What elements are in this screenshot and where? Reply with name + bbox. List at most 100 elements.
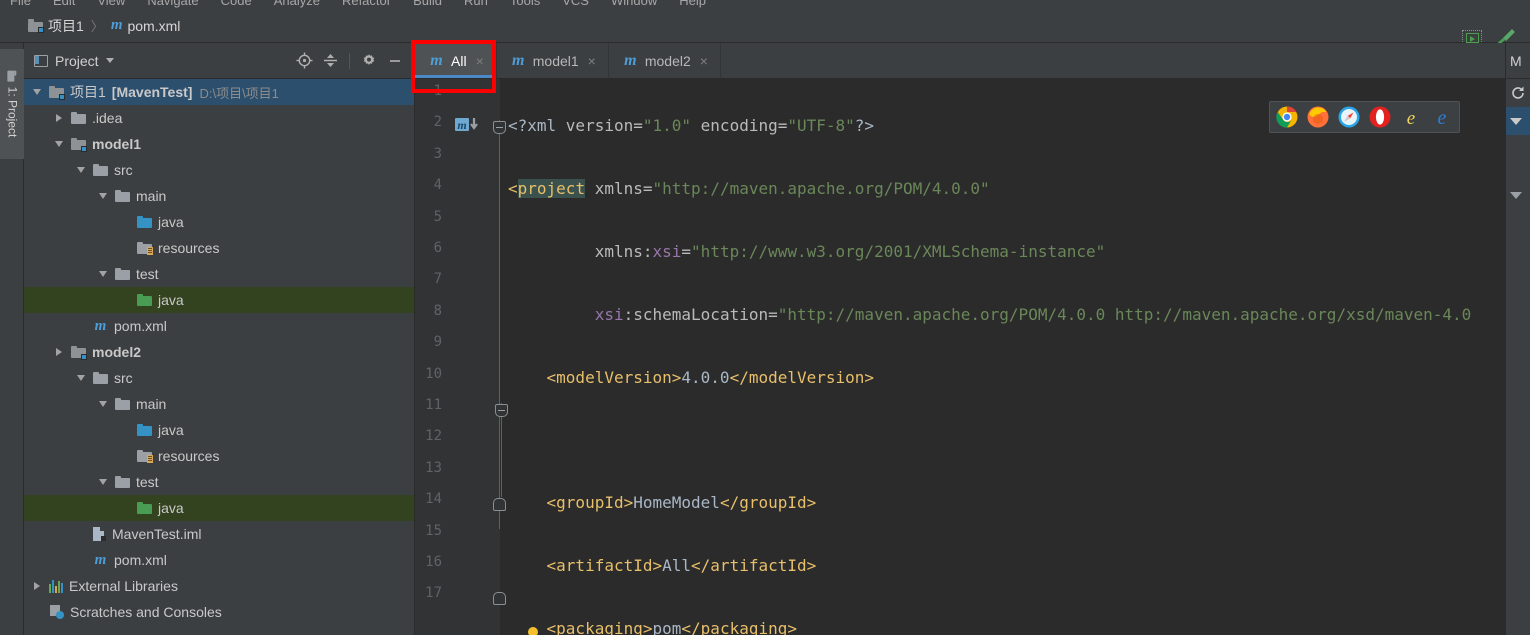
gear-icon[interactable]: [358, 50, 380, 72]
menu-item-edit[interactable]: Edit: [53, 0, 75, 8]
editor-code-area[interactable]: <?xml version="1.0" encoding="UTF-8"?> <…: [508, 79, 1505, 635]
editor-tab-all[interactable]: m All ×: [415, 43, 497, 78]
fold-marker-line-17[interactable]: [493, 592, 506, 606]
tree-row[interactable]: 项目1 [MavenTest] D:\项目\项目1: [24, 79, 414, 105]
fold-marker-line-2[interactable]: [493, 121, 506, 135]
project-window-icon: [34, 54, 48, 67]
chevron-down-icon[interactable]: [96, 271, 110, 277]
browser-launch-popup[interactable]: ee: [1269, 101, 1460, 133]
refresh-icon[interactable]: [1506, 79, 1530, 107]
folder-grey: [93, 163, 108, 177]
tree-row[interactable]: java: [24, 495, 414, 521]
line-number: 5: [433, 208, 442, 225]
safari-icon[interactable]: [1338, 106, 1360, 128]
tree-row[interactable]: Scratches and Consoles: [24, 599, 414, 625]
project-panel-title: Project: [55, 52, 99, 69]
tree-row[interactable]: resources: [24, 235, 414, 261]
chevron-right-icon[interactable]: [52, 348, 66, 356]
collapse-chevron-icon[interactable]: [1506, 107, 1530, 135]
chevron-down-icon[interactable]: [96, 193, 110, 199]
fold-marker-line-14[interactable]: [493, 498, 506, 512]
close-icon[interactable]: ×: [700, 53, 708, 69]
minimize-icon[interactable]: [384, 50, 406, 72]
left-toolwindow-strip: 1: Project: [0, 43, 24, 635]
editor-tab-model2[interactable]: m model2 ×: [609, 43, 721, 78]
ide-window: File Edit View Navigate Code Analyze Refactor B…: [0, 0, 1530, 635]
chrome-icon[interactable]: [1276, 106, 1298, 128]
tree-row[interactable]: model2: [24, 339, 414, 365]
tree-row[interactable]: main: [24, 391, 414, 417]
tree-row[interactable]: src: [24, 157, 414, 183]
tree-row[interactable]: java: [24, 417, 414, 443]
locate-icon[interactable]: [293, 50, 315, 72]
tree-row[interactable]: m pom.xml: [24, 313, 414, 339]
breadcrumb-file[interactable]: m pom.xml: [111, 18, 181, 34]
chevron-down-icon[interactable]: [74, 375, 88, 381]
tree-row-label: java: [158, 214, 184, 230]
tree-row[interactable]: m pom.xml: [24, 547, 414, 573]
chevron-right-icon[interactable]: [30, 582, 44, 590]
breadcrumb-project[interactable]: 项目1: [28, 16, 84, 36]
menu-bar[interactable]: File Edit View Navigate Code Analyze Refactor B…: [0, 0, 1530, 9]
external-libraries-icon: [49, 579, 63, 593]
editor-marker-strip[interactable]: ✔: [1490, 79, 1505, 635]
chevron-down-icon[interactable]: [74, 167, 88, 173]
fold-strip[interactable]: [493, 79, 508, 635]
internet-explorer-icon[interactable]: e: [1400, 106, 1422, 129]
chevron-down-icon[interactable]: [96, 401, 110, 407]
active-tab-underline: [415, 75, 496, 78]
editor-tab-bar[interactable]: m All × m model1 × m model2 ×: [415, 43, 1505, 79]
fold-marker-line-11[interactable]: [495, 404, 508, 417]
menu-item-analyze[interactable]: Analyze: [274, 0, 320, 8]
menu-item-view[interactable]: View: [97, 0, 125, 8]
tree-row[interactable]: main: [24, 183, 414, 209]
tree-row[interactable]: src: [24, 365, 414, 391]
chevron-right-icon[interactable]: [52, 114, 66, 122]
chevron-down-icon[interactable]: [96, 479, 110, 485]
close-icon[interactable]: ×: [476, 53, 484, 69]
code-editor[interactable]: 1 2 3 4 5 6 7 8 9 10 11 12 13 14 15 16 17 m <?xml version…: [415, 79, 1505, 635]
edge-icon[interactable]: e: [1431, 106, 1453, 129]
menu-item-tools[interactable]: Tools: [510, 0, 540, 8]
tree-row[interactable]: model1: [24, 131, 414, 157]
menu-item-vcs[interactable]: VCS: [562, 0, 589, 8]
tree-row[interactable]: .idea: [24, 105, 414, 131]
tree-row[interactable]: java: [24, 209, 414, 235]
firefox-icon[interactable]: [1307, 106, 1329, 128]
menu-item-navigate[interactable]: Navigate: [147, 0, 198, 8]
opera-icon[interactable]: [1369, 106, 1391, 128]
sidebar-tab-project[interactable]: 1: Project: [0, 49, 24, 159]
folder-module-blue-badge: [71, 345, 87, 360]
project-tree[interactable]: 项目1 [MavenTest] D:\项目\项目1 .idea model1 src mai…: [24, 79, 414, 635]
tree-row[interactable]: test: [24, 261, 414, 287]
collapse-all-icon[interactable]: [319, 50, 341, 72]
collapse-chevron-icon-2[interactable]: [1506, 181, 1530, 209]
menu-item-refactor[interactable]: Refactor: [342, 0, 391, 8]
tree-row-path: D:\项目\项目1: [199, 85, 279, 101]
tree-row[interactable]: External Libraries: [24, 573, 414, 599]
editor-tab-model1[interactable]: m model1 ×: [497, 43, 609, 78]
maven-reimport-gutter-icon[interactable]: m: [455, 116, 481, 136]
editor-tab-label: model2: [644, 52, 691, 69]
tree-row-label: 项目1: [70, 84, 106, 100]
menu-item-help[interactable]: Help: [679, 0, 706, 8]
close-icon[interactable]: ×: [588, 53, 596, 69]
chevron-down-icon[interactable]: [52, 141, 66, 147]
tree-row[interactable]: test: [24, 469, 414, 495]
intention-bulb-icon[interactable]: [525, 627, 541, 635]
chevron-down-icon[interactable]: [105, 58, 114, 63]
tree-row[interactable]: resources: [24, 443, 414, 469]
chevron-down-icon[interactable]: [30, 89, 44, 95]
tree-row[interactable]: java: [24, 287, 414, 313]
line-number: 1: [433, 83, 442, 99]
menu-item-code[interactable]: Code: [221, 0, 252, 8]
menu-item-window[interactable]: Window: [611, 0, 657, 8]
menu-item-run[interactable]: Run: [464, 0, 488, 8]
editor-gutter[interactable]: 1 2 3 4 5 6 7 8 9 10 11 12 13 14 15 16 17 m: [415, 79, 508, 635]
menu-item-file[interactable]: File: [10, 0, 31, 8]
project-panel-title-group[interactable]: Project: [34, 53, 114, 69]
tree-row[interactable]: MavenTest.iml: [24, 521, 414, 547]
editor-tab-label: model1: [532, 52, 579, 69]
tree-row-label: src: [114, 162, 133, 178]
menu-item-build[interactable]: Build: [413, 0, 442, 8]
